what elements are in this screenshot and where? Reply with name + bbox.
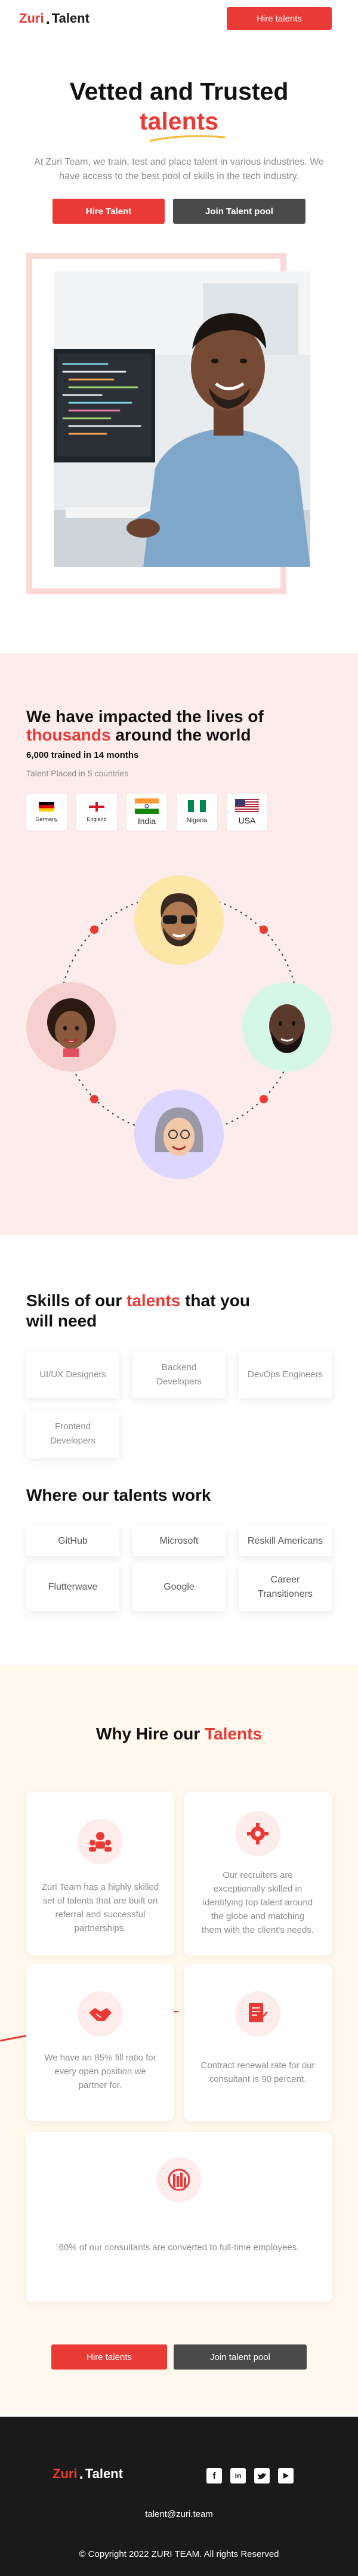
why-card-referral: Zuri Team has a highly skilled set of ta…	[26, 1792, 174, 1955]
country-label: India	[137, 816, 156, 826]
country-label: Nigeria	[186, 817, 208, 824]
avatar-bald-man	[242, 982, 332, 1072]
why-card-text: Our recruiters are exceptionally skilled…	[202, 1870, 314, 1935]
country-label: England	[87, 816, 107, 822]
why-card-conversion: 60% of our consultants are converted to …	[26, 2132, 332, 2302]
footer-logo-dot: .	[79, 2464, 84, 2482]
underline-swoosh-icon	[149, 135, 226, 142]
footer-logo[interactable]: Zuri . Talent	[53, 2464, 123, 2483]
developer-illustration	[54, 272, 310, 567]
impact-title-part1: We have impacted the lives of	[26, 707, 264, 726]
why-card-fill-ratio: We have an 85% fill ratio for every open…	[26, 1964, 174, 2121]
team-icon	[78, 1819, 123, 1864]
england-flag-icon	[89, 802, 104, 812]
why-card-text: 60% of our consultants are converted to …	[58, 2242, 300, 2253]
avatar-bearded-man	[134, 875, 224, 965]
skills-title: Skills of our talents that you will need	[26, 1291, 277, 1331]
social-links: f in	[206, 2468, 294, 2484]
facebook-icon[interactable]: f	[206, 2468, 222, 2484]
gear-icon	[235, 1811, 280, 1856]
country-card-england: England	[76, 794, 117, 831]
hero-subtitle: At Zuri Team, we train, test and place t…	[34, 157, 324, 181]
footer-logo-talent: Talent	[85, 2466, 123, 2481]
logo-dot: .	[45, 9, 50, 27]
why-card-text: Contract renewal rate for our consultant…	[200, 2060, 315, 2084]
memoji-man-sunglasses-icon	[161, 893, 197, 946]
nav-hire-talents-button[interactable]: Hire talents	[227, 7, 332, 30]
zuri-talent-logo[interactable]: Zuri . Talent	[19, 10, 90, 28]
hero-join-talent-pool-button[interactable]: Join Talent pool	[173, 199, 305, 224]
why-card-text: We have an 85% fill ratio for every open…	[44, 2053, 156, 2090]
footer-logo-zuri: Zuri	[53, 2466, 78, 2481]
country-card-usa: USA	[227, 794, 267, 831]
hero-title-highlight: talents	[139, 107, 219, 135]
country-card-germany: Germany	[26, 794, 67, 831]
hero-photo	[54, 272, 310, 567]
impact-title-part2: around the world	[115, 726, 251, 744]
impact-title-highlight: thousands	[26, 726, 111, 744]
logo-zuri: Zuri	[19, 11, 44, 26]
youtube-icon[interactable]	[278, 2468, 294, 2484]
why-card-text: Zuri Team has a highly skilled set of ta…	[41, 1882, 159, 1933]
company-card: GitHub	[26, 1526, 119, 1556]
country-card-nigeria: Nigeria	[177, 794, 217, 831]
hero-hire-talent-button[interactable]: Hire Talent	[53, 199, 165, 224]
germany-flag-icon	[39, 802, 54, 812]
country-label: Germany	[35, 816, 58, 822]
memoji-bald-man-icon	[269, 1004, 305, 1053]
skills-title-highlight: talents	[126, 1291, 181, 1310]
why-hire-talents-button[interactable]: Hire talents	[51, 2344, 167, 2370]
footer-email-link[interactable]: talent@zuri.team	[0, 2509, 358, 2519]
why-hire-title: Why Hire our Talents	[0, 1724, 358, 1744]
skill-card: Backend Developers	[132, 1352, 226, 1398]
why-card-renewal: Contract renewal rate for our consultant…	[184, 1964, 332, 2121]
handshake-icon	[78, 1991, 123, 2037]
why-title-highlight: Talents	[205, 1724, 262, 1743]
memoji-gray-hair-woman-icon	[155, 1107, 203, 1156]
skills-title-part1: Skills of our	[26, 1291, 122, 1310]
country-label: USA	[238, 816, 256, 825]
why-join-talent-pool-button[interactable]: Join talent pool	[174, 2344, 307, 2370]
company-card: Flutterwave	[26, 1563, 119, 1611]
conversion-icon	[156, 2157, 202, 2202]
why-card-recruiters: Our recruiters are exceptionally skilled…	[184, 1792, 332, 1955]
skill-card: UI/UX Designers	[26, 1352, 119, 1398]
twitter-icon[interactable]	[254, 2468, 270, 2484]
footer-copyright: © Copyright 2022 ZURI TEAM. All rights R…	[79, 2549, 279, 2559]
company-card: Career Transitioners	[239, 1563, 332, 1611]
company-card: Microsoft	[132, 1526, 226, 1556]
skill-card: Frontend Developers	[26, 1410, 119, 1458]
logo-talent: Talent	[51, 11, 90, 26]
avatar-curly-woman	[26, 982, 116, 1072]
hero-title: Vetted and Trusted talents	[0, 76, 358, 136]
hero-title-line1: Vetted and Trusted	[69, 78, 289, 105]
company-card: Reskill Americans	[239, 1526, 332, 1556]
country-card-india: India	[126, 794, 167, 831]
impact-title: We have impacted the lives of thousands …	[26, 707, 289, 744]
contract-icon	[235, 1991, 280, 2037]
usa-flag-icon	[235, 799, 259, 813]
site-footer: Zuri . Talent f in talent@zuri.team © Co…	[0, 2417, 358, 2576]
top-nav: Zuri . Talent Hire talents	[0, 0, 358, 37]
why-title-part1: Why Hire our	[96, 1724, 200, 1743]
memoji-woman-curly-hair-icon	[47, 998, 95, 1057]
avatar-gray-hair-woman	[134, 1090, 224, 1179]
linkedin-icon[interactable]: in	[230, 2468, 246, 2484]
company-card: Google	[132, 1563, 226, 1611]
skill-card: DevOps Engineers	[239, 1352, 332, 1398]
impact-placed-text: Talent Placed in 5 countries	[26, 769, 129, 778]
nigeria-flag-icon	[188, 800, 206, 812]
india-flag-icon	[135, 798, 159, 814]
work-title: Where our talents work	[26, 1486, 211, 1504]
impact-stat: 6,000 trained in 14 months	[26, 750, 139, 760]
